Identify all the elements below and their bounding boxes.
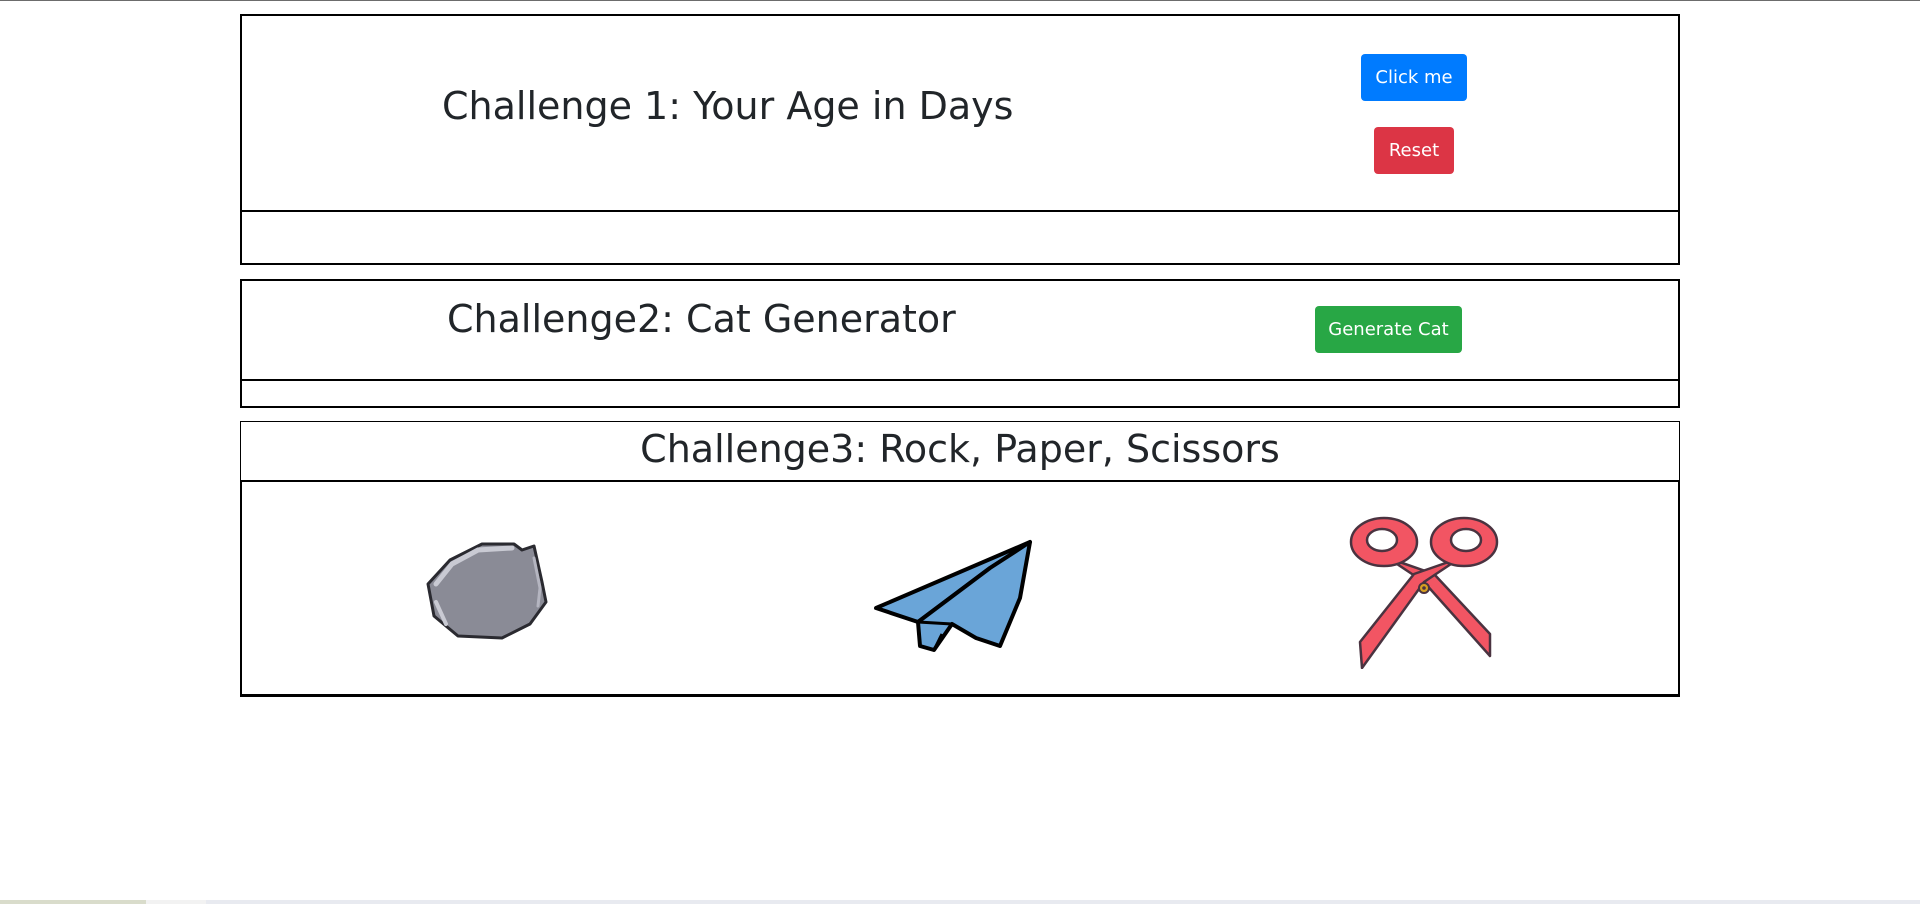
generate-cat-button[interactable]: Generate Cat <box>1315 306 1462 353</box>
paper-airplane-icon[interactable] <box>872 538 1034 658</box>
challenge3-header: Challenge3: Rock, Paper, Scissors <box>240 421 1680 482</box>
rock-icon[interactable] <box>422 532 562 647</box>
challenge3-title: Challenge3: Rock, Paper, Scissors <box>640 427 1280 471</box>
challenge1-result-area <box>240 210 1680 265</box>
scissors-icon[interactable] <box>1348 514 1500 669</box>
challenge3-bottom-rule <box>240 695 1680 697</box>
challenge1-header: Challenge 1: Your Age in Days Click me R… <box>240 14 1680 212</box>
top-border <box>0 0 1920 1</box>
rps-choices-area <box>240 480 1680 696</box>
reset-button[interactable]: Reset <box>1374 127 1454 174</box>
click-me-button[interactable]: Click me <box>1361 54 1467 101</box>
cat-gallery-area <box>240 379 1680 408</box>
challenge1-title: Challenge 1: Your Age in Days <box>442 84 1014 128</box>
bottom-edge <box>0 900 1920 904</box>
challenge2-title: Challenge2: Cat Generator <box>447 297 956 341</box>
challenge2-header: Challenge2: Cat Generator Generate Cat <box>240 279 1680 381</box>
